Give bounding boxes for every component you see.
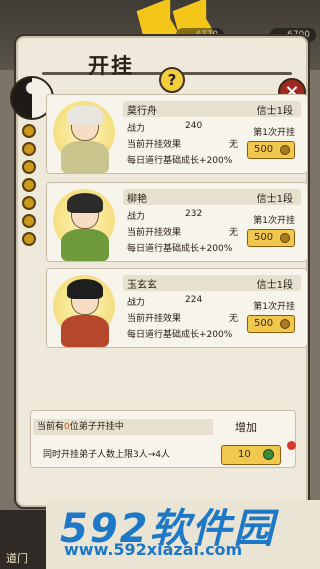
cheat-buy-button[interactable]: 500 [247, 229, 295, 247]
cheat-count-label: 第1次开挂 [253, 128, 295, 138]
hair [67, 193, 103, 213]
increase-slot-button[interactable]: 10 [221, 445, 281, 465]
power-value: 224 [185, 295, 203, 305]
cheat-buy-button[interactable]: 500 [247, 315, 295, 333]
disciple-portrait [51, 97, 119, 173]
help-button[interactable]: ? [159, 67, 185, 93]
coin-icon [22, 232, 36, 246]
page-title: 开挂 [88, 54, 134, 78]
cheat-count-label: 第1次开挂 [253, 302, 295, 312]
disciple-name: 莫行舟 [127, 106, 157, 117]
coin-icon [280, 319, 290, 329]
power-label: 战力 [127, 124, 146, 134]
watermark-url: www.592xiazai.com [64, 540, 243, 559]
growth-text: 每日道行基础成长+200% [127, 330, 233, 340]
jade-icon [263, 449, 274, 460]
nav-daomen[interactable]: 道门 [0, 510, 46, 569]
disciple-card: 玉玄玄 信士1段 战力 224 当前开挂效果 无 每日道行基础成长+200% 第… [46, 268, 308, 348]
increase-title: 增加 [235, 421, 257, 434]
cheat-buy-button[interactable]: 500 [247, 141, 295, 159]
slot-rule-text: 同时开挂弟子人数上限3人→4人 [43, 450, 170, 460]
coin-icon [22, 214, 36, 228]
name-row: 莫行舟 信士1段 [123, 101, 301, 117]
disciple-portrait [51, 185, 119, 261]
effect-value: 无 [229, 140, 239, 150]
name-row: 柳艳 信士1段 [123, 189, 301, 205]
robe [61, 141, 109, 173]
power-label: 战力 [127, 212, 146, 222]
robe [61, 315, 109, 347]
coin-icon [22, 142, 36, 156]
cost-value: 500 [254, 318, 274, 329]
hair [67, 105, 103, 125]
cheat-panel: 开挂 ? × 莫行舟 信士1段 战力 240 当前开挂效果 无 每日道行基础成长… [10, 34, 310, 509]
coin-icon [280, 145, 290, 155]
coin-icon [280, 233, 290, 243]
effect-value: 无 [229, 314, 239, 324]
coin-icon [22, 124, 36, 138]
cheat-count-label: 第1次开挂 [253, 216, 295, 226]
coin-string-decoration [22, 124, 38, 250]
disciple-card: 莫行舟 信士1段 战力 240 当前开挂效果 无 每日道行基础成长+200% 第… [46, 94, 308, 174]
disciple-rank: 信士1段 [256, 106, 293, 117]
disciple-rank: 信士1段 [256, 280, 293, 291]
effect-label: 当前开挂效果 [127, 140, 182, 150]
disciple-name: 玉玄玄 [127, 280, 157, 291]
slot-upgrade-box: 当前有0位弟子开挂中 增加 同时开挂弟子人数上限3人→4人 10 [30, 410, 296, 468]
effect-label: 当前开挂效果 [127, 228, 182, 238]
disciple-rank: 信士1段 [256, 194, 293, 205]
cost-value: 500 [254, 232, 274, 243]
disciple-name: 柳艳 [127, 194, 147, 205]
notification-dot [287, 441, 296, 450]
effect-value: 无 [229, 228, 239, 238]
growth-text: 每日道行基础成长+200% [127, 244, 233, 254]
active-count-bar: 当前有0位弟子开挂中 [33, 419, 213, 435]
power-value: 232 [185, 209, 203, 219]
effect-label: 当前开挂效果 [127, 314, 182, 324]
disciple-card: 柳艳 信士1段 战力 232 当前开挂效果 无 每日道行基础成长+200% 第1… [46, 182, 308, 262]
name-row: 玉玄玄 信士1段 [123, 275, 301, 291]
nav-label: 道门 [6, 552, 28, 565]
growth-text: 每日道行基础成长+200% [127, 156, 233, 166]
power-label: 战力 [127, 298, 146, 308]
increase-cost: 10 [238, 449, 251, 460]
robe [61, 229, 109, 261]
coin-icon [22, 178, 36, 192]
power-value: 240 [185, 121, 203, 131]
hair [67, 279, 103, 299]
status-prefix: 当前有 [37, 422, 65, 432]
coin-icon [22, 160, 36, 174]
status-suffix: 位弟子开挂中 [69, 422, 124, 432]
cost-value: 500 [254, 144, 274, 155]
coin-icon [22, 196, 36, 210]
disciple-portrait [51, 271, 119, 347]
